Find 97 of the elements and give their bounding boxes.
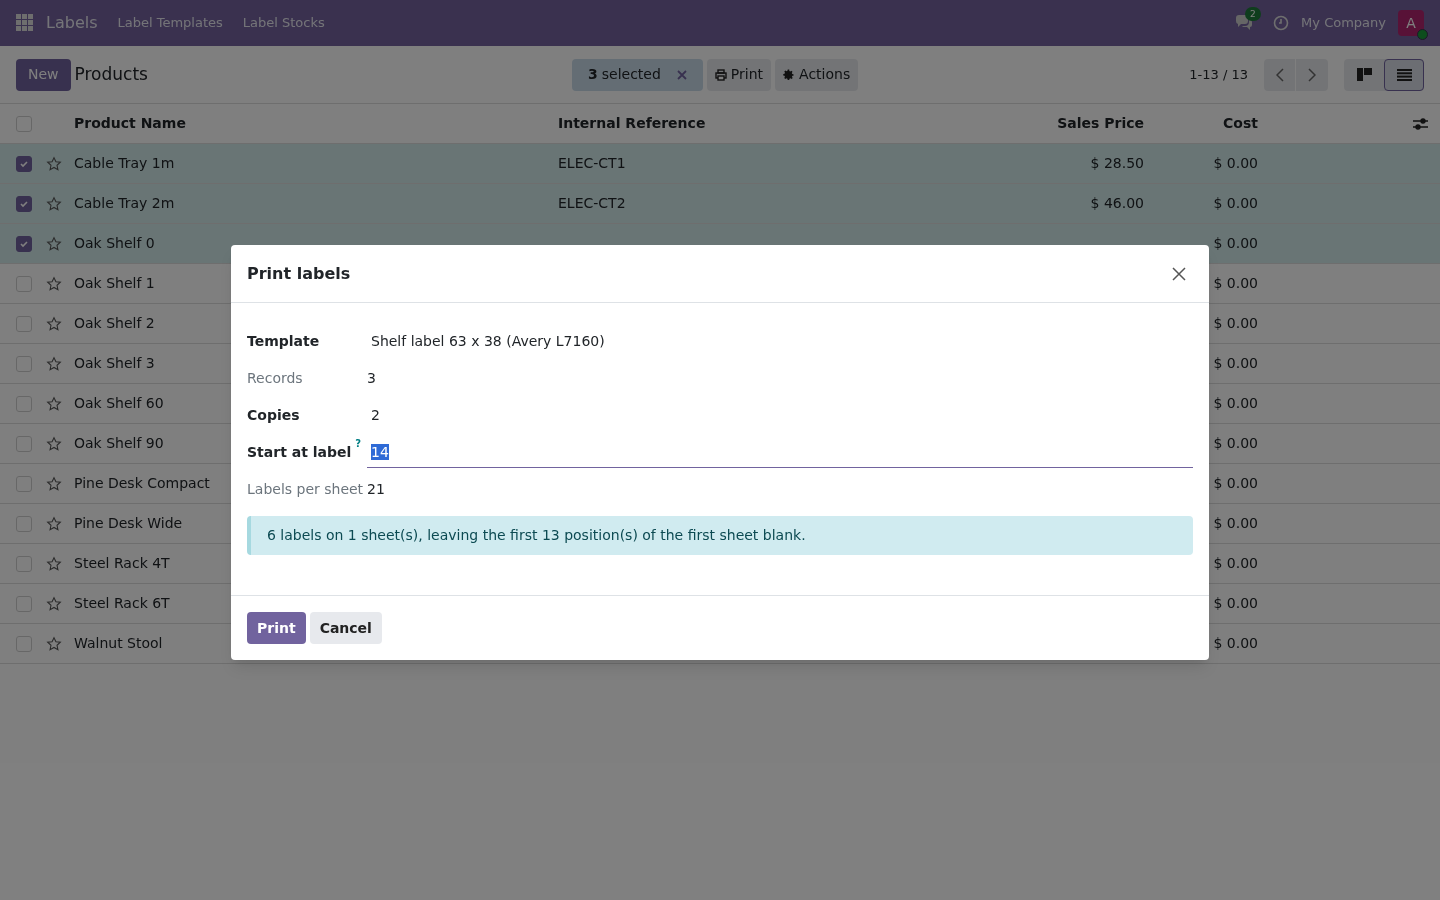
list-view-button[interactable] [1384,58,1424,91]
check-icon [19,238,29,249]
table-cell: Oak Shelf 2 [74,315,155,331]
column-header[interactable]: Product Name [74,113,558,134]
gear-icon [783,68,796,81]
column-header[interactable]: Cost [1144,113,1258,134]
check-icon [19,198,29,209]
chat-icon[interactable] [1235,15,1254,31]
selection-count: 3 [588,65,598,84]
table-cell: $ 0.00 [1213,235,1258,251]
table-cell: Steel Rack 6T [74,595,170,611]
table-cell: Cable Tray 1m [74,155,175,171]
table-row[interactable]: Cable Tray 2m ELEC-CT2 $ 46.00 $ 0.00 [0,184,1440,224]
table-cell: Steel Rack 4T [74,555,170,571]
table-cell: $ 0.00 [1213,355,1258,371]
table-cell: ELEC-CT1 [558,155,626,171]
kanban-icon [1356,68,1372,81]
field-label: Copies [247,406,300,425]
close-icon[interactable] [1172,266,1186,281]
table-cell: Pine Desk Wide [74,515,183,531]
chevron-left-icon [1275,67,1284,82]
start-label-field[interactable]: 14 [367,437,1193,468]
star-icon[interactable] [46,275,62,292]
table-cell: $ 0.00 [1213,515,1258,531]
table-cell: $ 0.00 [1213,475,1258,491]
table-cell: $ 0.00 [1213,555,1258,571]
printer-icon [714,68,727,81]
check-icon [19,158,29,169]
page-title[interactable]: Products [74,61,148,88]
company-name[interactable]: My Company [1301,13,1386,33]
cancel-button[interactable]: Cancel [309,612,382,644]
print-button[interactable]: Print [247,612,306,644]
menu-link[interactable]: Label Stocks [242,13,325,33]
chevron-right-icon [1308,67,1316,82]
table-cell: $ 0.00 [1213,315,1258,331]
row-checkbox[interactable] [16,195,32,212]
user-avatar[interactable]: A [1398,10,1424,36]
message-count-badge: 2 [1245,7,1261,21]
help-mark[interactable]: ? [355,438,362,450]
column-header[interactable]: Internal Reference [558,113,978,134]
field-label: Template [247,332,320,351]
selection-label: selected [601,65,661,84]
dialog-title: Print labels [247,262,351,285]
table-cell: $ 28.50 [1090,155,1144,171]
column-header[interactable]: Sales Price [978,113,1144,134]
clock-icon[interactable] [1273,15,1290,31]
table-cell: $ 0.00 [1213,595,1258,611]
star-icon[interactable] [46,515,62,532]
field-label: Records [247,369,303,388]
select-all-checkbox[interactable] [16,115,32,132]
actions-button[interactable]: Actions [775,58,859,91]
field-value: 21 [367,480,385,499]
table-cell: Oak Shelf 0 [74,235,155,251]
online-status-icon [1417,29,1428,40]
star-icon[interactable] [46,195,62,212]
table-cell: $ 0.00 [1213,155,1258,171]
table-cell: Oak Shelf 60 [74,395,164,411]
table-cell: $ 46.00 [1090,195,1144,211]
table-cell: Oak Shelf 90 [74,435,164,451]
field-value: 3 [367,369,376,388]
apps-grid-icon[interactable] [16,14,34,32]
settings-icon[interactable] [1413,116,1428,131]
star-icon[interactable] [46,635,62,652]
table-cell: Walnut Stool [74,635,163,651]
field-value: Shelf label 63 x 38 (Avery L7160) [370,332,605,351]
star-icon[interactable] [46,475,62,492]
table-cell: Pine Desk Compact [74,475,210,491]
info-alert: 6 labels on 1 sheet(s), leaving the first 13 position(s) of the first sheet blank. [247,516,1193,555]
table-cell: $ 0.00 [1213,635,1258,651]
star-icon[interactable] [46,315,62,332]
new-button[interactable]: New [16,58,71,91]
app-name[interactable]: Labels [46,11,98,35]
star-icon[interactable] [46,395,62,412]
print-button[interactable]: Print [706,58,772,91]
table-cell: $ 0.00 [1213,435,1258,451]
menu-link[interactable]: Label Templates [117,13,223,33]
table-cell: $ 0.00 [1213,395,1258,411]
row-checkbox[interactable] [16,155,32,172]
star-icon[interactable] [46,555,62,572]
star-icon[interactable] [46,435,62,452]
table-cell: $ 0.00 [1213,195,1258,211]
field-value: 2 [370,406,380,425]
star-icon[interactable] [46,235,62,252]
table-cell: Oak Shelf 3 [74,355,155,371]
table-cell: Oak Shelf 1 [74,275,155,291]
star-icon[interactable] [46,355,62,372]
star-icon[interactable] [46,595,62,612]
field-label: Labels per sheet [247,480,364,499]
table-cell: Cable Tray 2m [74,195,175,211]
star-icon[interactable] [46,155,62,172]
table-row[interactable]: Cable Tray 1m ELEC-CT1 $ 28.50 $ 0.00 [0,144,1440,184]
table-cell: $ 0.00 [1213,275,1258,291]
list-icon [1396,68,1412,81]
table-cell: ELEC-CT2 [558,195,626,211]
field-label: Start at label [247,443,352,462]
pager-value[interactable]: 1-13 / 13 [1189,64,1248,85]
row-checkbox[interactable] [16,235,32,252]
